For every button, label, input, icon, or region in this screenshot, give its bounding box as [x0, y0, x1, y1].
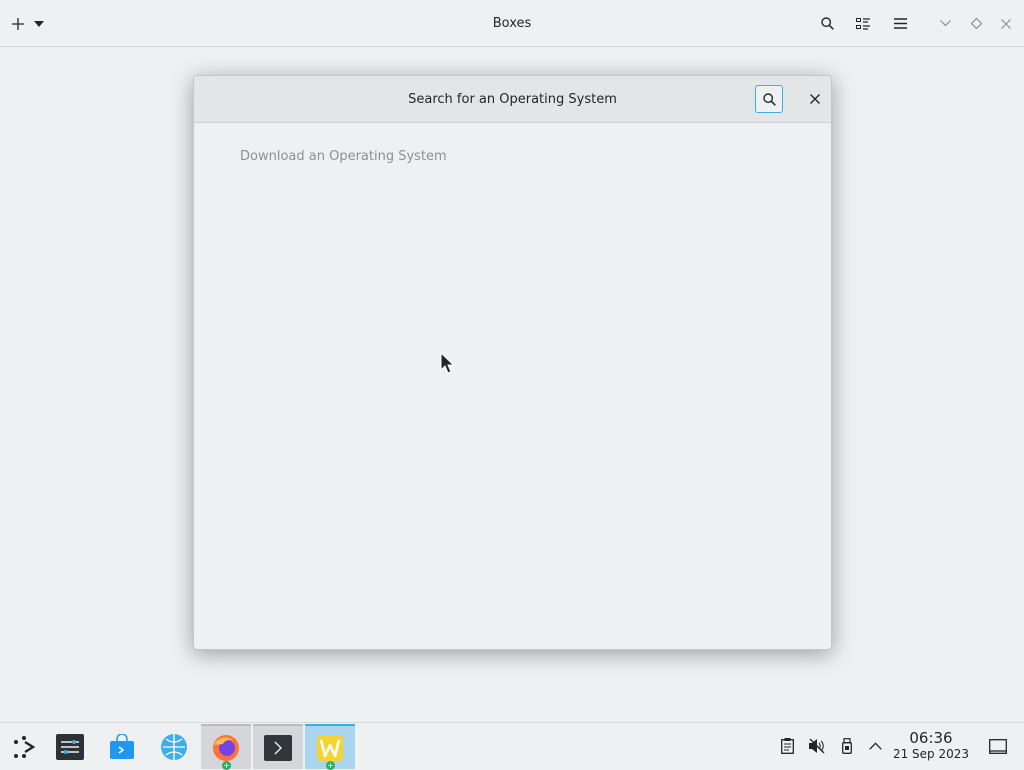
hamburger-menu-icon [893, 18, 907, 29]
chevron-down-icon [34, 20, 44, 27]
show-desktop-button[interactable] [987, 723, 1009, 769]
download-os-section-label: Download an Operating System [240, 149, 447, 164]
settings-sliders-icon [56, 733, 84, 760]
close-icon [1001, 18, 1011, 29]
search-icon [762, 92, 776, 106]
firefox-icon [213, 734, 239, 761]
mouse-cursor-icon [440, 352, 454, 374]
taskbar-firefox[interactable]: + [201, 724, 251, 770]
show-hidden-icons-button[interactable] [864, 723, 886, 769]
terminal-icon [264, 734, 292, 761]
minimize-chevron-icon [939, 20, 951, 27]
globe-plane-icon [161, 733, 187, 760]
search-button[interactable] [815, 0, 839, 47]
app-launcher-icon [14, 735, 36, 758]
application-launcher-button[interactable] [0, 724, 50, 769]
dialog-close-button[interactable] [801, 85, 829, 113]
boxes-app-icon [317, 734, 343, 761]
plus-icon [12, 17, 24, 30]
main-headerbar: Boxes [0, 0, 1024, 47]
volume-tray-button[interactable] [806, 723, 828, 769]
search-icon [820, 17, 834, 30]
dialog-search-toggle-button[interactable] [755, 85, 783, 113]
taskbar: + + 06:36 21 Sep 2023 [0, 722, 1024, 770]
close-window-button[interactable] [996, 0, 1016, 47]
volume-muted-icon [809, 738, 825, 754]
view-list-icon [856, 17, 870, 30]
minimize-button[interactable] [935, 0, 955, 47]
digital-clock[interactable]: 06:36 21 Sep 2023 [886, 729, 976, 761]
taskbar-system-settings[interactable] [45, 724, 95, 769]
dialog-title: Search for an Operating System [408, 92, 617, 107]
new-box-button[interactable] [8, 0, 48, 47]
discover-bag-icon [110, 733, 134, 759]
dialog-header: Search for an Operating System [194, 76, 831, 123]
show-desktop-icon [989, 738, 1007, 754]
menu-button[interactable] [888, 0, 912, 47]
taskbar-network-browser[interactable] [149, 724, 199, 769]
chevron-up-icon [868, 742, 882, 750]
device-tray-button[interactable] [836, 723, 858, 769]
new-instance-badge-icon: + [326, 761, 335, 770]
usb-device-icon [842, 738, 852, 754]
taskbar-terminal[interactable] [253, 724, 303, 769]
clock-date: 21 Sep 2023 [892, 747, 970, 761]
os-search-dialog: Search for an Operating System Download … [193, 75, 832, 650]
new-instance-badge-icon: + [222, 761, 231, 770]
clock-time: 06:36 [909, 729, 953, 747]
maximize-diamond-icon [970, 18, 982, 29]
maximize-button[interactable] [966, 0, 986, 47]
view-toggle-button[interactable] [851, 0, 875, 47]
close-icon [810, 94, 820, 104]
taskbar-boxes[interactable]: + [305, 724, 355, 770]
clipboard-icon [780, 738, 794, 754]
clipboard-tray-button[interactable] [776, 723, 798, 769]
taskbar-discover[interactable] [97, 724, 147, 769]
